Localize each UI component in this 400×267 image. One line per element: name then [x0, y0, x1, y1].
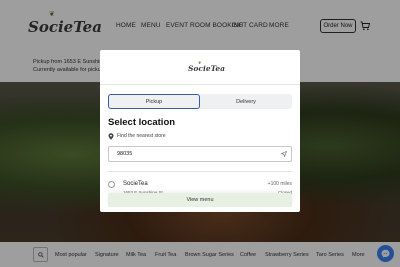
store-name[interactable]: SocieTea [123, 181, 148, 187]
zip-code-input[interactable] [108, 146, 292, 162]
tab-delivery[interactable]: Delivery [200, 94, 292, 109]
store-radio[interactable] [108, 181, 115, 188]
modal-header: ❦ SocieTea [100, 50, 300, 85]
location-modal: ❦ SocieTea Pickup Delivery Select locati… [100, 50, 300, 212]
order-type-tabs: Pickup Delivery [108, 94, 292, 109]
modal-brand-logo: ❦ SocieTea [188, 60, 225, 76]
tab-pickup[interactable]: Pickup [108, 94, 200, 109]
modal-logo-text: SocieTea [188, 64, 225, 73]
view-menu-button[interactable]: View menu [108, 193, 292, 207]
find-nearest-store[interactable]: Find the nearest store [108, 132, 166, 140]
select-location-title: Select location [108, 117, 176, 128]
location-pin-icon [108, 132, 114, 140]
navigation-arrow-icon[interactable] [281, 151, 287, 157]
store-distance: +100 miles [267, 181, 292, 187]
divider [108, 171, 292, 172]
find-nearest-store-label: Find the nearest store [117, 133, 166, 139]
